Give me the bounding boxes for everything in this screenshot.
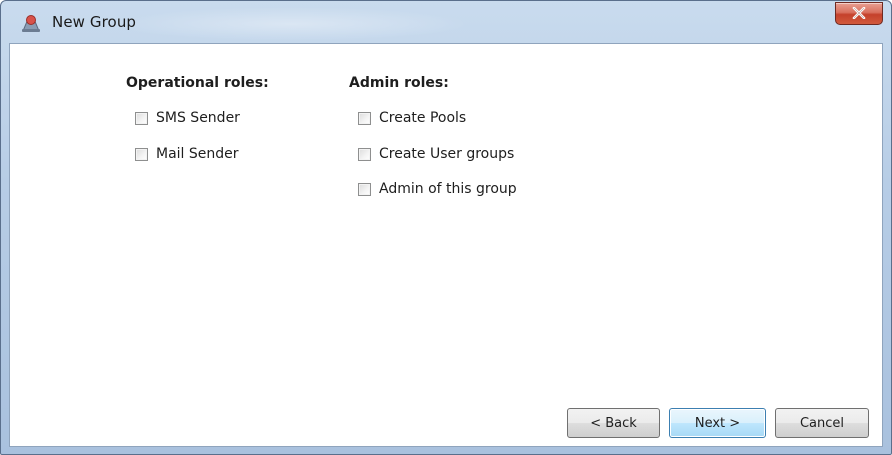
title-bar-glow bbox=[111, 7, 471, 41]
checkbox-row-create-pools[interactable]: Create Pools bbox=[358, 109, 466, 127]
create-user-groups-checkbox[interactable] bbox=[358, 147, 371, 161]
checkbox-row-sms-sender[interactable]: SMS Sender bbox=[135, 109, 240, 127]
back-button[interactable]: < Back bbox=[567, 408, 660, 438]
admin-of-this-group-checkbox[interactable] bbox=[358, 182, 371, 196]
dialog-window: New Group Operational roles: SMS Sender … bbox=[0, 0, 892, 455]
dialog-content: Operational roles: SMS Sender Mail Sende… bbox=[9, 43, 883, 447]
mail-sender-checkbox[interactable] bbox=[135, 147, 148, 161]
checkbox-row-mail-sender[interactable]: Mail Sender bbox=[135, 145, 239, 163]
create-pools-label: Create Pools bbox=[379, 110, 467, 126]
next-button[interactable]: Next > bbox=[669, 408, 766, 438]
sms-sender-checkbox[interactable] bbox=[135, 111, 148, 125]
close-button[interactable] bbox=[835, 2, 883, 25]
operational-roles-heading: Operational roles: bbox=[126, 75, 269, 91]
mail-sender-label: Mail Sender bbox=[156, 146, 239, 162]
create-pools-checkbox[interactable] bbox=[358, 111, 371, 125]
checkbox-row-admin-of-this-group[interactable]: Admin of this group bbox=[358, 180, 517, 198]
sms-sender-label: SMS Sender bbox=[156, 110, 240, 126]
create-user-groups-label: Create User groups bbox=[379, 146, 515, 162]
admin-roles-heading: Admin roles: bbox=[349, 75, 449, 91]
cancel-button[interactable]: Cancel bbox=[775, 408, 869, 438]
checkbox-row-create-user-groups[interactable]: Create User groups bbox=[358, 145, 514, 163]
title-bar[interactable]: New Group bbox=[1, 1, 891, 43]
window-title: New Group bbox=[52, 13, 137, 31]
close-icon bbox=[852, 4, 866, 23]
admin-of-this-group-label: Admin of this group bbox=[379, 181, 517, 197]
app-icon bbox=[20, 13, 42, 33]
